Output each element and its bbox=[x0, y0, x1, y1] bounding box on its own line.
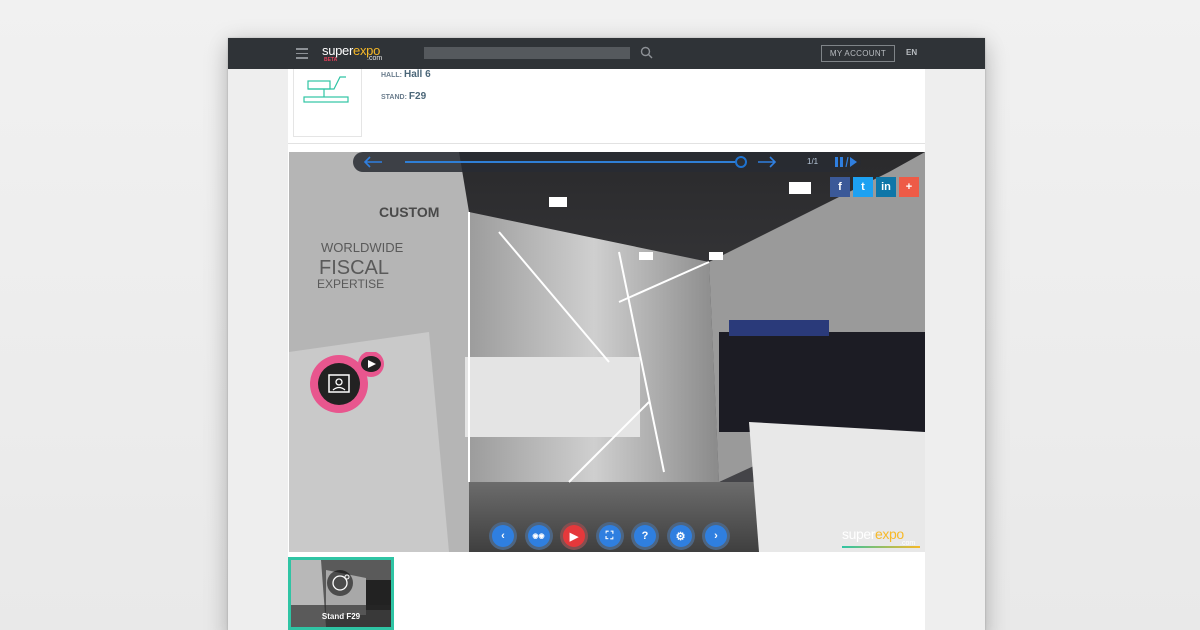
thumbnail-label: Stand F29 bbox=[291, 605, 391, 627]
beta-badge: BETA bbox=[324, 57, 338, 63]
stand-header: HALL: Hall 6 STAND: F29 bbox=[288, 69, 925, 144]
help-button[interactable]: ? bbox=[631, 522, 659, 550]
stand-value: F29 bbox=[408, 91, 427, 102]
stand-info: STAND: F29 bbox=[381, 91, 426, 102]
share-more-button[interactable]: + bbox=[899, 177, 919, 197]
hall-label: HALL: bbox=[381, 72, 402, 79]
language-selector[interactable]: EN bbox=[906, 48, 917, 57]
pos-terminal-icon bbox=[303, 76, 349, 103]
hall-value: Hall 6 bbox=[404, 69, 431, 80]
pause-play-icon[interactable] bbox=[835, 157, 857, 167]
arrow-left-icon[interactable] bbox=[363, 156, 383, 168]
scene-pager: 1/1 bbox=[807, 157, 819, 166]
tour-seekbar[interactable]: 1/1 bbox=[353, 152, 861, 172]
gyro-button[interactable]: ⚙ bbox=[666, 522, 695, 550]
scene-thumbnail-strip: Stand F29 bbox=[288, 557, 925, 630]
superexpo-watermark: superexpo .com bbox=[842, 526, 922, 550]
hall-info: HALL: Hall 6 bbox=[381, 69, 431, 80]
share-facebook-button[interactable]: f bbox=[830, 177, 850, 197]
search-input[interactable] bbox=[424, 47, 630, 59]
svg-text:WORLDWIDE: WORLDWIDE bbox=[321, 240, 404, 255]
seek-handle[interactable] bbox=[735, 156, 747, 168]
vr-button[interactable]: ◉◉ bbox=[524, 522, 553, 550]
share-twitter-button[interactable]: t bbox=[853, 177, 873, 197]
svg-text:EXPERTISE: EXPERTISE bbox=[317, 277, 384, 291]
panorama-viewer[interactable]: CUSTOM WORLDWIDE FISCAL EXPERTISE 1/1 f … bbox=[289, 152, 925, 552]
svg-text:FISCAL: FISCAL bbox=[319, 257, 389, 279]
superexpo-logo[interactable]: superexpo .com BETA bbox=[322, 43, 392, 63]
arrow-right-icon[interactable] bbox=[757, 156, 777, 168]
fullscreen-button[interactable]: ⛶ bbox=[595, 522, 624, 550]
scene-thumbnail[interactable]: Stand F29 bbox=[288, 557, 394, 630]
top-navigation-bar: superexpo .com BETA MY ACCOUNT EN bbox=[228, 38, 985, 69]
prev-button[interactable]: ‹ bbox=[489, 522, 517, 550]
seek-track[interactable] bbox=[405, 161, 741, 163]
next-button[interactable]: › bbox=[702, 522, 730, 550]
share-linkedin-button[interactable]: in bbox=[876, 177, 896, 197]
logo-suffix: .com bbox=[367, 55, 383, 62]
panorama-360-icon bbox=[327, 570, 353, 596]
my-account-button[interactable]: MY ACCOUNT bbox=[821, 45, 895, 62]
watermark-text: superexpo bbox=[842, 526, 904, 542]
svg-text:CUSTOM: CUSTOM bbox=[379, 204, 439, 220]
main-content: HALL: Hall 6 STAND: F29 CUSTOM WORLDWIDE… bbox=[288, 69, 925, 630]
search-icon[interactable] bbox=[640, 46, 653, 59]
play-button[interactable]: ▶ bbox=[560, 522, 588, 550]
app-window: superexpo .com BETA MY ACCOUNT EN HALL: H… bbox=[228, 38, 985, 630]
exhibitor-logo bbox=[293, 69, 362, 137]
watermark-underline bbox=[842, 546, 920, 548]
video-hotspot-icon[interactable] bbox=[309, 352, 387, 414]
stand-label: STAND: bbox=[381, 94, 407, 101]
menu-icon[interactable] bbox=[296, 48, 308, 59]
